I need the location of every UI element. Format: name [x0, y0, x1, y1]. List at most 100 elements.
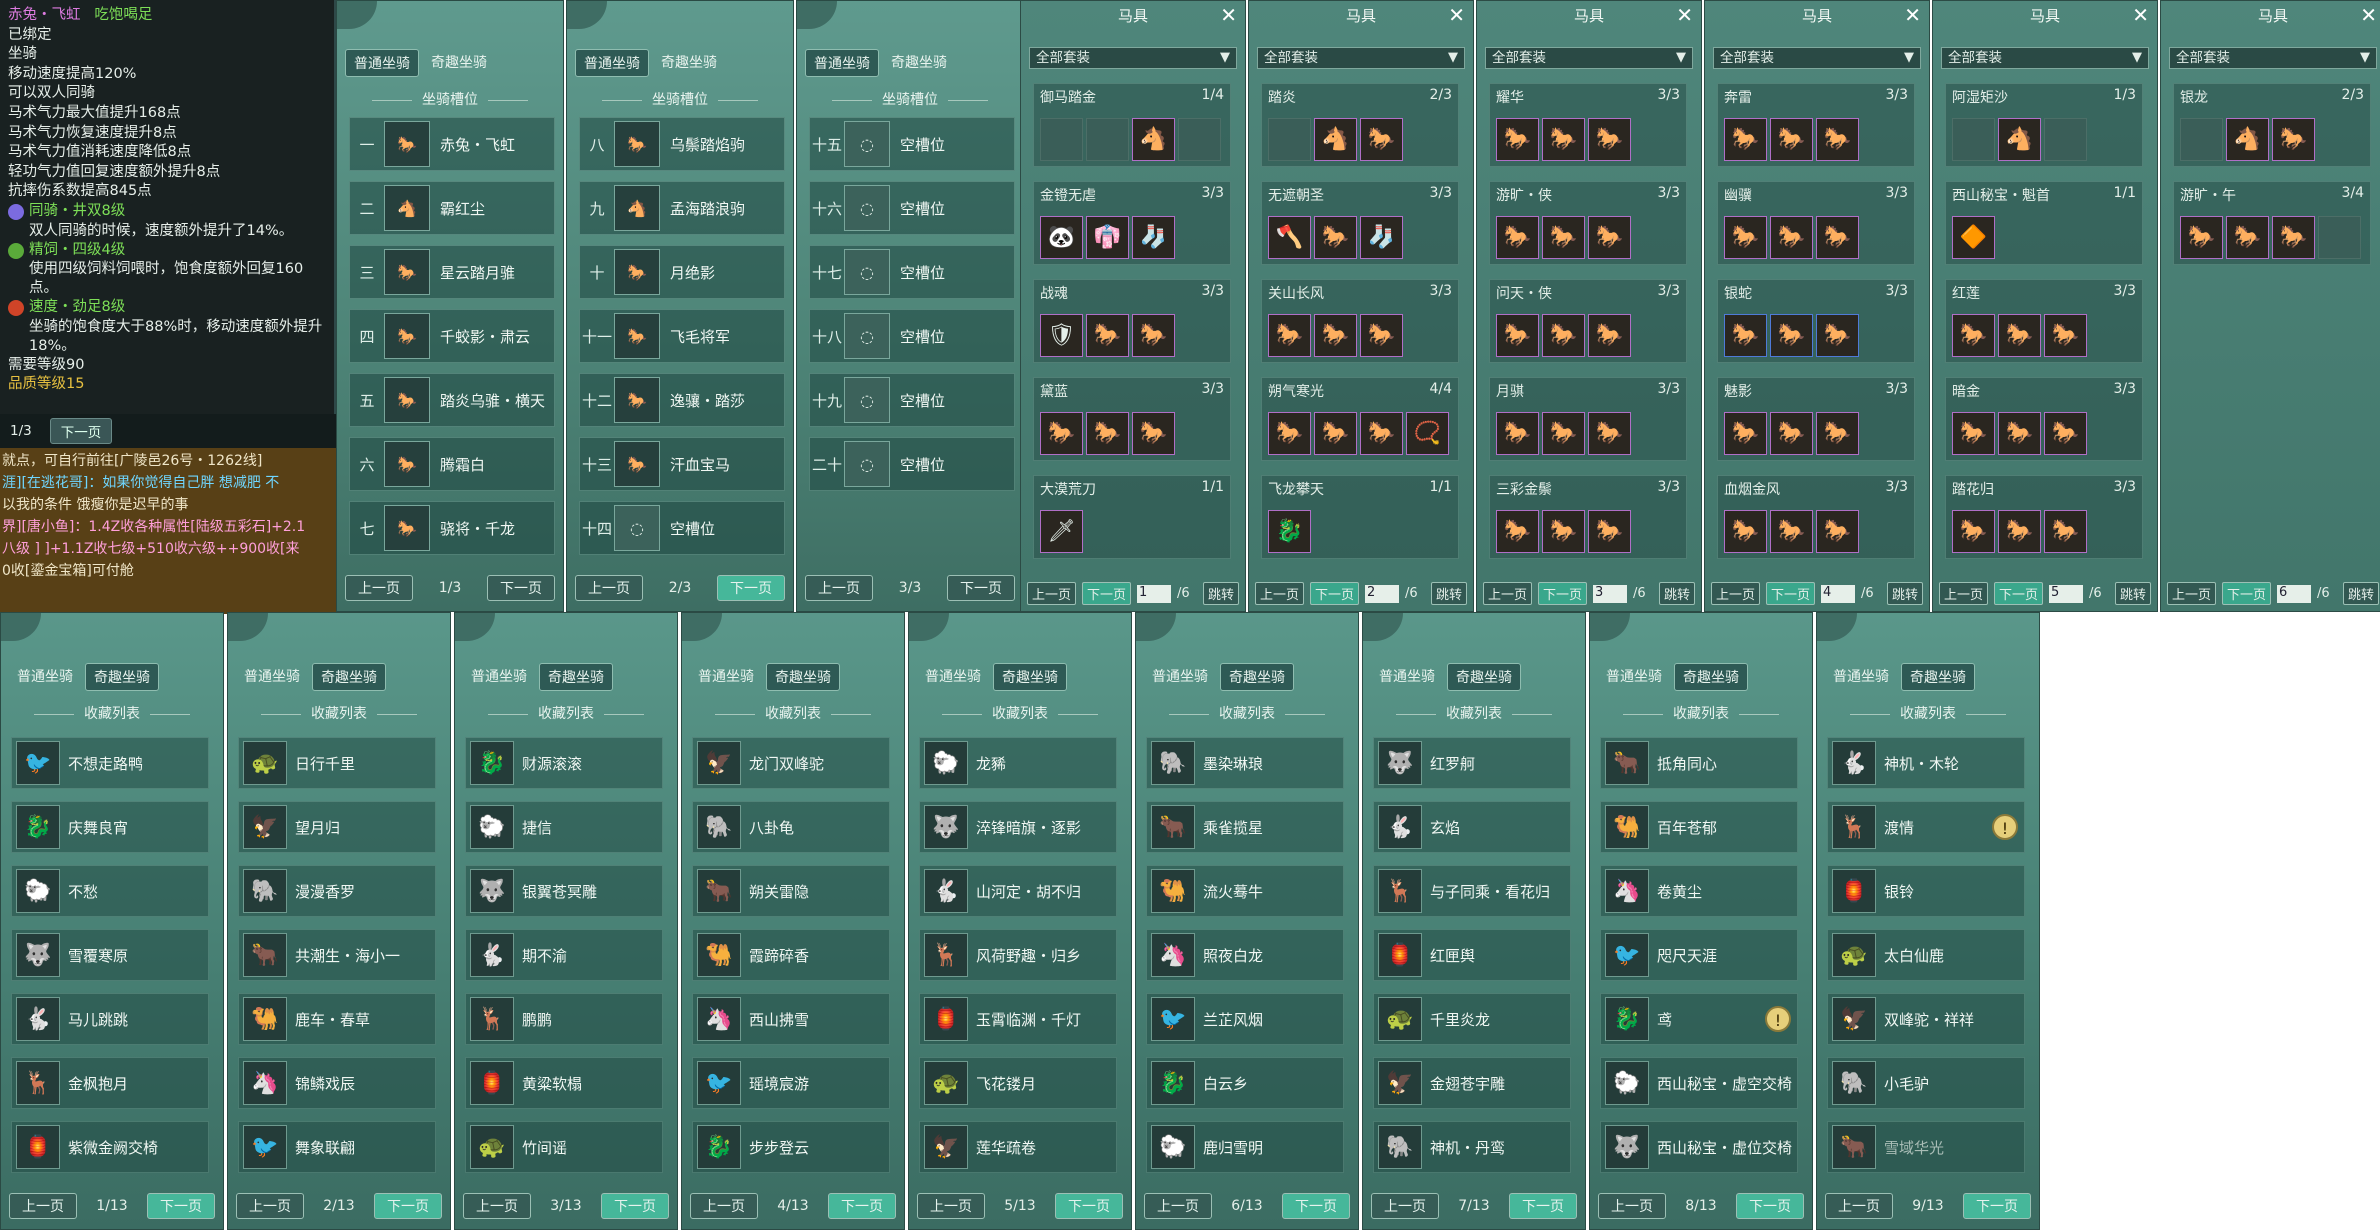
next-page-button[interactable]: 下一页	[1082, 582, 1132, 605]
harness-item[interactable]: 🐎	[1588, 118, 1631, 161]
page-input[interactable]: 6	[2277, 584, 2312, 603]
collection-item[interactable]: 🦄 照夜白龙	[1146, 929, 1344, 981]
prev-page-button[interactable]: 上一页	[1255, 582, 1305, 605]
tab-fun-mount[interactable]: 奇趣坐骑	[539, 663, 613, 691]
harness-item[interactable]: 🐎	[1998, 510, 2041, 553]
collection-item[interactable]: 🦅 双峰驼・祥祥	[1827, 993, 2025, 1045]
slot-row[interactable]: 二 🐴 霸红尘	[349, 181, 555, 235]
slot-row[interactable]: 十九 ◌ 空槽位	[809, 373, 1015, 427]
collection-item[interactable]: 🐦 不想走路鸭	[11, 737, 209, 789]
next-page-button[interactable]: 下一页	[1538, 582, 1588, 605]
prev-page-button[interactable]: 上一页	[236, 1193, 304, 1219]
harness-item[interactable]: 🐎	[1816, 510, 1859, 553]
collection-item[interactable]: 🐦 舞象联翩	[238, 1121, 436, 1173]
tab-normal-mount[interactable]: 普通坐骑	[1371, 663, 1443, 691]
collection-item[interactable]: 🐺 淬锋暗旗・逐影	[919, 801, 1117, 853]
harness-item[interactable]: 👘	[1086, 216, 1129, 259]
harness-item[interactable]: 🐎	[1542, 510, 1585, 553]
harness-item[interactable]: 🐎	[1998, 412, 2041, 455]
slot-row[interactable]: 二十 ◌ 空槽位	[809, 437, 1015, 491]
collection-item[interactable]: 🐫 霞蹄碎香	[692, 929, 890, 981]
collection-item[interactable]: 🐑 龙豨	[919, 737, 1117, 789]
harness-item[interactable]: 🐎	[1770, 118, 1813, 161]
harness-item[interactable]: 🐎	[1360, 118, 1403, 161]
slot-row[interactable]: 十 🐎 月绝影	[579, 245, 785, 299]
tab-fun-mount[interactable]: 奇趣坐骑	[85, 663, 159, 691]
tab-fun-mount[interactable]: 奇趣坐骑	[1674, 663, 1748, 691]
harness-item[interactable]: 🐎	[2272, 118, 2315, 161]
collection-item[interactable]: 🐑 不愁	[11, 865, 209, 917]
slot-row[interactable]: 一 🐎 赤兔・飞虹	[349, 117, 555, 171]
prev-page-button[interactable]: 上一页	[345, 575, 413, 601]
collection-item[interactable]: 🐂 雪域华光	[1827, 1121, 2025, 1173]
collection-item[interactable]: 🦄 锦鳞戏辰	[238, 1057, 436, 1109]
collection-item[interactable]: 🐦 咫尺天涯	[1600, 929, 1798, 981]
slot-row[interactable]: 七 🐎 骁将・千龙	[349, 501, 555, 555]
collection-item[interactable]: 🐢 竹间谣	[465, 1121, 663, 1173]
tab-fun-mount[interactable]: 奇趣坐骑	[312, 663, 386, 691]
collection-item[interactable]: 🐺 红罗舸	[1373, 737, 1571, 789]
harness-item[interactable]: 🐎	[1816, 216, 1859, 259]
harness-item[interactable]: 🐎	[1816, 314, 1859, 357]
harness-item[interactable]	[1952, 118, 1995, 161]
collection-item[interactable]: 🦌 风荷野趣・归乡	[919, 929, 1117, 981]
prev-page-button[interactable]: 上一页	[690, 1193, 758, 1219]
harness-item[interactable]: 🐎	[1360, 314, 1403, 357]
slot-row[interactable]: 九 🐴 孟海踏浪驹	[579, 181, 785, 235]
close-icon[interactable]: ✕	[1448, 3, 1465, 27]
slot-row[interactable]: 四 🐎 千蛟影・肃云	[349, 309, 555, 363]
collection-item[interactable]: 🐇 神机・木轮	[1827, 737, 2025, 789]
collection-item[interactable]: 🐘 小毛驴	[1827, 1057, 2025, 1109]
harness-item[interactable]: 🔶	[1952, 216, 1995, 259]
harness-item[interactable]	[1268, 118, 1311, 161]
collection-item[interactable]: 🦅 望月归	[238, 801, 436, 853]
set-filter-dropdown[interactable]: 全部套装 ▼	[1485, 47, 1693, 69]
harness-item[interactable]	[2044, 118, 2087, 161]
alert-icon[interactable]: !	[1992, 814, 2018, 840]
harness-item[interactable]: 🐎	[2044, 510, 2087, 553]
harness-item[interactable]: 🐎	[1268, 412, 1311, 455]
collection-item[interactable]: 🐇 玄焰	[1373, 801, 1571, 853]
tab-normal-mount[interactable]: 普通坐骑	[1598, 663, 1670, 691]
jump-button[interactable]: 跳转	[1430, 582, 1467, 605]
harness-item[interactable]: 🐎	[1086, 314, 1129, 357]
harness-item[interactable]: 🐎	[1724, 412, 1767, 455]
jump-button[interactable]: 跳转	[1886, 582, 1923, 605]
prev-page-button[interactable]: 上一页	[575, 575, 643, 601]
harness-item[interactable]: 🐎	[1588, 314, 1631, 357]
tab-normal-mount[interactable]: 普通坐骑	[1144, 663, 1216, 691]
harness-item[interactable]: 🐎	[1588, 412, 1631, 455]
collection-item[interactable]: 🐢 千里炎龙	[1373, 993, 1571, 1045]
collection-item[interactable]: 🏮 红匣舆	[1373, 929, 1571, 981]
slot-row[interactable]: 十六 ◌ 空槽位	[809, 181, 1015, 235]
collection-item[interactable]: 🦅 莲华疏卷	[919, 1121, 1117, 1173]
next-page-button[interactable]: 下一页	[827, 1193, 896, 1219]
harness-item[interactable]: 🛡	[1040, 314, 1083, 357]
prev-page-button[interactable]: 上一页	[9, 1193, 77, 1219]
close-icon[interactable]: ✕	[2132, 3, 2149, 27]
slot-row[interactable]: 六 🐎 腾霜白	[349, 437, 555, 491]
harness-item[interactable]: 🐎	[1770, 510, 1813, 553]
collection-item[interactable]: 🏮 黄粱软榻	[465, 1057, 663, 1109]
collection-item[interactable]: 🦌 渡情!	[1827, 801, 2025, 853]
harness-item[interactable]: 🐎	[1132, 314, 1175, 357]
collection-item[interactable]: 🐉 鸢!	[1600, 993, 1798, 1045]
collection-item[interactable]: 🦌 金枫抱月	[11, 1057, 209, 1109]
collection-item[interactable]: 🐂 朔关雷隐	[692, 865, 890, 917]
harness-item[interactable]: 🐎	[1496, 314, 1539, 357]
harness-item[interactable]: 🐎	[1542, 412, 1585, 455]
tab-fun-mount[interactable]: 奇趣坐骑	[766, 663, 840, 691]
harness-item[interactable]: 🐎	[1952, 412, 1995, 455]
collection-item[interactable]: 🦌 与子同乘・看花归	[1373, 865, 1571, 917]
collection-item[interactable]: 🐘 墨染琳琅	[1146, 737, 1344, 789]
next-page-button[interactable]: 下一页	[2222, 582, 2272, 605]
collection-item[interactable]: 🐢 日行千里	[238, 737, 436, 789]
collection-item[interactable]: 🦅 龙门双峰驼	[692, 737, 890, 789]
collection-item[interactable]: 🐉 步步登云	[692, 1121, 890, 1173]
collection-item[interactable]: 🐉 财源滚滚	[465, 737, 663, 789]
next-page-button[interactable]: 下一页	[1054, 1193, 1123, 1219]
close-icon[interactable]: ✕	[1904, 3, 1921, 27]
slot-row[interactable]: 八 🐎 乌鬃踏焰驹	[579, 117, 785, 171]
prev-page-button[interactable]: 上一页	[2167, 582, 2217, 605]
collection-item[interactable]: 🐑 捷信	[465, 801, 663, 853]
